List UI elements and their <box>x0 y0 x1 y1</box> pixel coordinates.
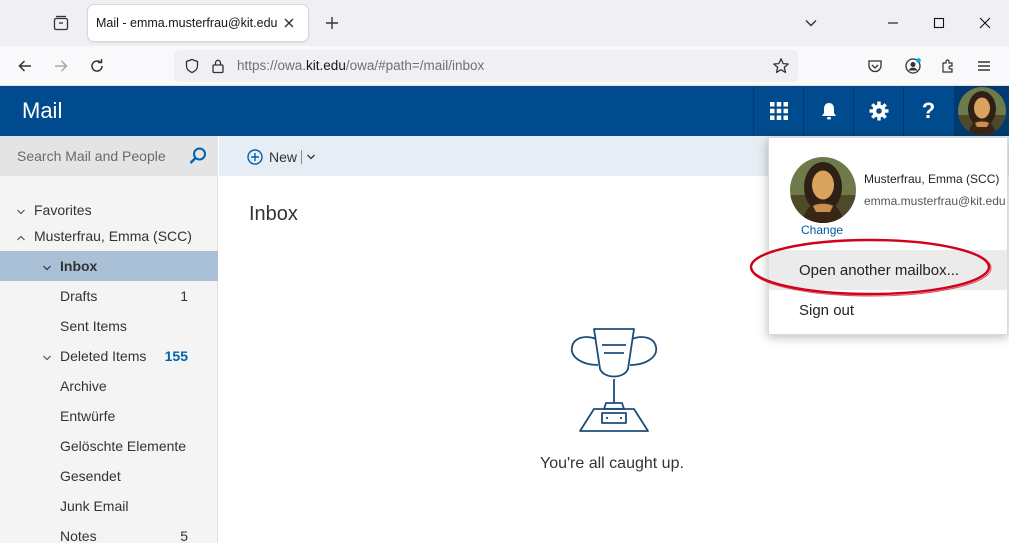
folder-archive[interactable]: Archive <box>0 371 218 401</box>
plus-circle-icon <box>247 149 263 165</box>
gear-icon[interactable] <box>853 86 903 136</box>
chevron-down-icon[interactable] <box>797 9 825 37</box>
folder-geloeschte-elemente[interactable]: Gelöschte Elemente <box>0 431 218 461</box>
folder-label: Inbox <box>60 258 98 274</box>
trophy-icon <box>568 325 660 438</box>
account-icon[interactable] <box>898 51 928 81</box>
search-placeholder: Search Mail and People <box>17 148 166 164</box>
favorites-label: Favorites <box>34 202 92 218</box>
url-text: https://owa.kit.edu/owa/#path=/mail/inbo… <box>237 58 484 73</box>
bell-icon[interactable] <box>803 86 853 136</box>
menu-item-label: Open another mailbox... <box>799 262 960 279</box>
browser-tab-active[interactable]: Mail - emma.musterfrau@kit.edu <box>88 5 308 41</box>
change-photo-link[interactable]: Change <box>801 223 843 237</box>
account-folder-header[interactable]: Musterfrau, Emma (SCC) <box>0 221 218 251</box>
menu-item-label: Sign out <box>799 302 855 319</box>
extensions-icon[interactable] <box>933 51 963 81</box>
tab-list-icon[interactable] <box>46 9 76 37</box>
help-icon[interactable]: ? <box>903 86 953 136</box>
folder-sent-items[interactable]: Sent Items <box>0 311 218 341</box>
chevron-down-icon <box>42 260 52 276</box>
owa-header: Mail ? <box>0 86 1009 136</box>
folder-label: Drafts <box>60 288 98 304</box>
folder-deleted-items[interactable]: Deleted Items 155 <box>0 341 218 371</box>
lock-icon[interactable] <box>208 56 228 76</box>
minimize-icon[interactable] <box>870 0 916 46</box>
url-prefix: https://owa. <box>237 58 307 73</box>
star-icon[interactable] <box>771 56 791 76</box>
folder-title: Inbox <box>249 203 298 225</box>
folder-drafts[interactable]: Drafts 1 <box>0 281 218 311</box>
url-domain: kit.edu <box>306 58 346 73</box>
folder-count: 5 <box>180 528 188 543</box>
open-another-mailbox-item[interactable]: Open another mailbox... <box>769 250 1007 290</box>
sign-out-item[interactable]: Sign out <box>769 290 1007 330</box>
maximize-icon[interactable] <box>916 0 962 46</box>
folder-entwuerfe[interactable]: Entwürfe <box>0 401 218 431</box>
divider <box>301 150 303 164</box>
folder-label: Entwürfe <box>60 408 116 424</box>
pocket-icon[interactable] <box>860 51 890 81</box>
empty-state-message: You're all caught up. <box>540 455 684 472</box>
reload-icon[interactable] <box>82 51 112 81</box>
app-launcher-icon[interactable] <box>753 86 803 136</box>
account-avatar-button[interactable] <box>954 86 1009 136</box>
chevron-up-icon <box>16 230 26 246</box>
tab-title: Mail - emma.musterfrau@kit.edu <box>96 16 278 30</box>
search-icon[interactable] <box>188 146 208 171</box>
account-email: emma.musterfrau@kit.edu <box>864 194 1006 208</box>
account-label: Musterfrau, Emma (SCC) <box>34 228 192 244</box>
avatar <box>957 87 1006 135</box>
url-bar[interactable]: https://owa.kit.edu/owa/#path=/mail/inbo… <box>174 50 798 82</box>
new-label: New <box>269 149 298 165</box>
menu-icon[interactable] <box>969 51 999 81</box>
url-path: /owa/#path=/mail/inbox <box>345 58 485 73</box>
close-icon[interactable] <box>962 0 1008 46</box>
folder-junk-email[interactable]: Junk Email <box>0 491 218 521</box>
folder-count: 1 <box>180 288 188 304</box>
folder-label: Deleted Items <box>60 348 147 364</box>
avatar <box>790 157 856 223</box>
folder-pane: Search Mail and People Favorites Musterf… <box>0 136 218 543</box>
folder-label: Junk Email <box>60 498 129 514</box>
folder-inbox[interactable]: Inbox <box>0 251 218 281</box>
forward-arrow-icon[interactable] <box>46 51 76 81</box>
folder-label: Gesendet <box>60 468 121 484</box>
chevron-down-icon[interactable] <box>306 152 316 162</box>
chevron-down-icon <box>16 204 26 220</box>
browser-tab-bar: Mail - emma.musterfrau@kit.edu <box>0 0 1009 46</box>
folder-notes[interactable]: Notes 5 <box>0 521 218 543</box>
account-name: Musterfrau, Emma (SCC) <box>864 172 1000 186</box>
app-title: Mail <box>22 98 63 123</box>
folder-label: Gelöschte Elemente <box>60 438 187 454</box>
search-input[interactable]: Search Mail and People <box>0 136 218 176</box>
shield-icon[interactable] <box>182 56 202 76</box>
chevron-down-icon <box>42 350 52 366</box>
folder-label: Sent Items <box>60 318 127 334</box>
folder-label: Notes <box>60 528 97 543</box>
plus-icon[interactable] <box>318 9 346 37</box>
back-arrow-icon[interactable] <box>10 51 40 81</box>
browser-nav-bar: https://owa.kit.edu/owa/#path=/mail/inbo… <box>0 46 1009 86</box>
help-label: ? <box>921 98 936 123</box>
close-icon[interactable] <box>278 12 300 34</box>
folder-count: 155 <box>164 348 188 364</box>
new-message-button[interactable]: New <box>247 146 316 168</box>
folder-label: Archive <box>60 378 107 394</box>
folder-gesendet[interactable]: Gesendet <box>0 461 218 491</box>
account-menu: Change Musterfrau, Emma (SCC) emma.muste… <box>768 137 1008 335</box>
